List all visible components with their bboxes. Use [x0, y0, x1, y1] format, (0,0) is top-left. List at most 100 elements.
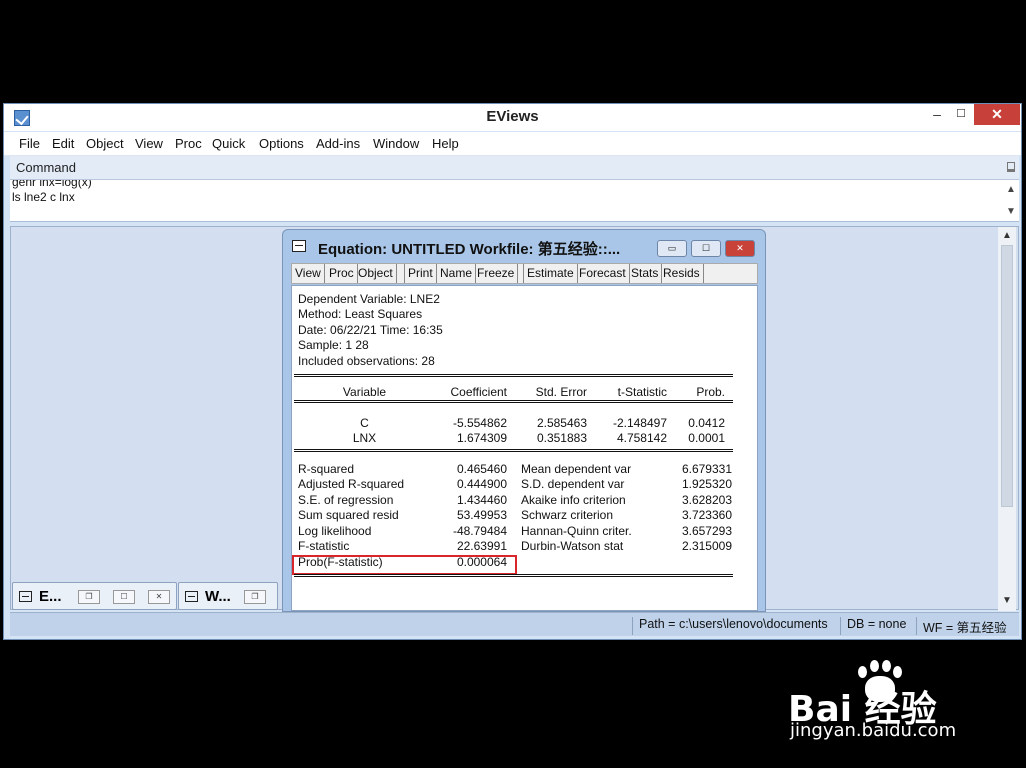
stat-label: Adjusted R-squared	[298, 477, 405, 491]
scroll-down-icon[interactable]: ▼	[998, 595, 1016, 606]
toolbar-estimate-button[interactable]: Estimate	[523, 264, 578, 283]
paw-toe	[893, 666, 902, 678]
stat-value: 1.925320	[681, 477, 732, 491]
command-window[interactable]: genr lnx=log(x) ls lne2 c lnx ▲ ▼	[10, 180, 1019, 222]
scrollbar-thumb[interactable]	[1001, 245, 1013, 507]
workspace-scrollbar[interactable]: ▲ ▼	[998, 227, 1016, 611]
command-pane-header: Command	[10, 156, 1019, 180]
equation-output[interactable]: Dependent Variable: LNE2 Method: Least S…	[291, 285, 758, 611]
stat-label: Mean dependent var	[521, 462, 632, 476]
column-header: Std. Error	[535, 385, 587, 399]
toolbar-resids-button[interactable]: Resids	[660, 264, 704, 283]
toolbar-object-button[interactable]: Object	[355, 264, 397, 283]
close-button[interactable]: ✕	[974, 104, 1020, 125]
menu-edit[interactable]: Edit	[52, 136, 74, 151]
stat-value: -48.79484	[452, 524, 507, 538]
stat-label: Sum squared resid	[298, 508, 399, 522]
toolbar-view-button[interactable]: View	[292, 264, 325, 283]
scroll-up-icon[interactable]: ▲	[998, 230, 1016, 241]
maximize-icon[interactable]: ☐	[113, 590, 135, 604]
equation-icon	[19, 591, 32, 602]
stat-value: 6.679331	[681, 462, 732, 476]
stat-value: 0.444900	[456, 477, 507, 491]
menu-window[interactable]: Window	[373, 136, 419, 151]
coef-prob: 0.0001	[688, 431, 725, 445]
toolbar-print-button[interactable]: Print	[404, 264, 437, 283]
menu-view[interactable]: View	[135, 136, 163, 151]
table-rule	[294, 449, 733, 452]
menu-quick[interactable]: Quick	[212, 136, 245, 151]
toolbar-stats-button[interactable]: Stats	[628, 264, 663, 283]
equation-close-icon[interactable]: ✕	[725, 240, 755, 257]
status-wf: WF = 第五经验	[916, 617, 1007, 635]
eviews-window: EViews – ☐ ✕ File Edit Object View Proc …	[3, 103, 1022, 640]
table-rule	[294, 574, 733, 577]
menu-bar: File Edit Object View Proc Quick Options…	[4, 132, 1021, 156]
watermark-url: jingyan.baidu.com	[790, 720, 957, 741]
close-icon[interactable]: ✕	[148, 590, 170, 604]
stat-label: Akaike info criterion	[521, 493, 626, 507]
menu-proc[interactable]: Proc	[175, 136, 202, 151]
menu-file[interactable]: File	[19, 136, 40, 151]
table-rule	[294, 374, 733, 377]
menu-options[interactable]: Options	[259, 136, 304, 151]
stat-value: 3.657293	[681, 524, 732, 538]
stat-value: 3.628203	[681, 493, 732, 507]
toolbar-forecast-button[interactable]: Forecast	[576, 264, 630, 283]
stat-label: F-statistic	[298, 539, 350, 553]
stat-value: 1.434460	[456, 493, 507, 507]
minimized-label: E...	[39, 588, 62, 605]
equation-title: Equation: UNTITLED Workfile: 第五经验::...	[318, 241, 621, 258]
command-title: Command	[16, 160, 76, 175]
toolbar-proc-button[interactable]: Proc	[326, 264, 358, 283]
menu-object[interactable]: Object	[86, 136, 124, 151]
coef-variable: LNX	[352, 431, 377, 445]
stat-label: Schwarz criterion	[521, 508, 614, 522]
header-line: Dependent Variable: LNE2	[298, 292, 440, 306]
status-db: DB = none	[840, 617, 906, 635]
command-line[interactable]: ls lne2 c lnx	[12, 190, 75, 204]
workfile-icon	[185, 591, 198, 602]
table-rule	[294, 400, 733, 403]
pin-icon[interactable]	[1007, 162, 1015, 172]
stat-value: 22.63991	[456, 539, 507, 553]
coef-prob: 0.0412	[688, 416, 725, 430]
paw-toe	[882, 660, 891, 672]
scroll-up-icon[interactable]: ▲	[1003, 184, 1019, 195]
column-header: Coefficient	[450, 385, 507, 399]
window-title: EViews	[486, 108, 539, 125]
command-line[interactable]: genr lnx=log(x)	[12, 180, 92, 189]
command-scrollbar[interactable]: ▲ ▼	[1003, 180, 1019, 221]
minimized-window-workfile[interactable]: W... ❐	[178, 582, 278, 610]
coef-value: -5.554862	[452, 416, 507, 430]
stat-value: 0.465460	[456, 462, 507, 476]
stat-label: Log likelihood	[298, 524, 372, 538]
stat-label: S.E. of regression	[298, 493, 394, 507]
stat-label: Durbin-Watson stat	[521, 539, 624, 553]
menu-add-ins[interactable]: Add-ins	[316, 136, 360, 151]
stat-label: S.D. dependent var	[521, 477, 625, 491]
menu-help[interactable]: Help	[432, 136, 459, 151]
restore-icon[interactable]: ❐	[244, 590, 266, 604]
coef-std-error: 0.351883	[536, 431, 587, 445]
highlight-box	[292, 555, 517, 575]
equation-minimize-icon[interactable]: ▭	[657, 240, 687, 257]
stat-value: 2.315009	[681, 539, 732, 553]
scroll-down-icon[interactable]: ▼	[1003, 206, 1019, 217]
toolbar-name-button[interactable]: Name	[437, 264, 477, 283]
stat-label: Hannan-Quinn criter.	[521, 524, 632, 538]
coef-value: 1.674309	[456, 431, 507, 445]
equation-title-bar[interactable]: Equation: UNTITLED Workfile: 第五经验::... ▭…	[283, 230, 765, 260]
column-header: Variable	[342, 385, 387, 399]
header-line: Date: 06/22/21 Time: 16:35	[298, 323, 443, 337]
equation-menu-icon[interactable]	[292, 240, 306, 252]
coef-variable: C	[360, 416, 369, 430]
stat-label: R-squared	[298, 462, 355, 476]
equation-window: Equation: UNTITLED Workfile: 第五经验::... ▭…	[282, 229, 766, 612]
stat-value: 3.723360	[681, 508, 732, 522]
restore-icon[interactable]: ❐	[78, 590, 100, 604]
title-bar: EViews – ☐ ✕	[4, 104, 1021, 131]
equation-maximize-icon[interactable]: ☐	[691, 240, 721, 257]
toolbar-freeze-button[interactable]: Freeze	[474, 264, 519, 283]
minimized-window-equation[interactable]: E... ❐ ☐ ✕	[12, 582, 177, 610]
